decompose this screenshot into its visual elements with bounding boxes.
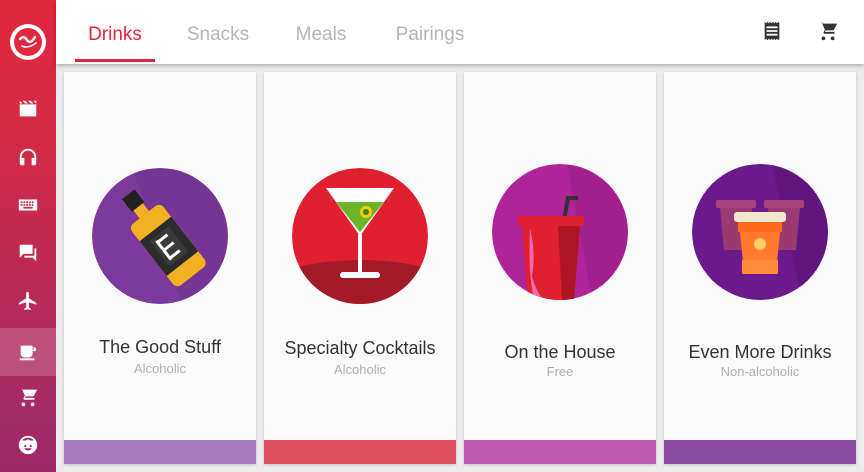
sidebar-item-flight[interactable] (0, 277, 56, 325)
airplane-icon (18, 291, 37, 311)
sidebar-item-movies[interactable] (0, 85, 56, 133)
keyboard-icon (18, 199, 38, 211)
face-icon (18, 435, 38, 455)
card-subtitle: Free (546, 364, 574, 379)
sidebar (0, 0, 56, 472)
tab-pairings[interactable]: Pairings (388, 0, 472, 64)
tab-drinks[interactable]: Drinks (75, 0, 155, 64)
headphones-icon (19, 148, 37, 166)
sidebar-item-cart[interactable] (0, 373, 56, 421)
virgin-logo[interactable] (10, 24, 46, 60)
card-color-bar (264, 440, 456, 464)
chat-icon (19, 244, 37, 262)
coffee-icon (19, 345, 37, 361)
card-color-bar (464, 440, 656, 464)
virgin-logo-icon (14, 28, 42, 56)
active-tab-indicator (75, 59, 155, 62)
drink-category-card-specialty-cocktails[interactable]: Specialty Cocktails Alcoholic (264, 72, 456, 464)
sidebar-item-food-drink[interactable] (0, 328, 56, 376)
sidebar-item-music[interactable] (0, 133, 56, 181)
top-bar: Drinks Snacks Meals Pairings (56, 0, 864, 64)
movies-icon (19, 100, 37, 117)
soda-cup-icon (492, 164, 628, 300)
card-color-bar (664, 440, 856, 464)
sidebar-item-chat[interactable] (0, 229, 56, 277)
card-title: Specialty Cocktails (284, 338, 436, 358)
card-color-bar (64, 440, 256, 464)
martini-icon (292, 168, 428, 304)
tab-meals[interactable]: Meals (286, 0, 356, 64)
card-subtitle: Non-alcoholic (720, 364, 800, 379)
drink-category-card-good-stuff[interactable]: The Good Stuff Alcoholic (64, 72, 256, 464)
card-title: On the House (504, 342, 616, 362)
drink-category-card-even-more-drinks[interactable]: Even More Drinks Non-alcoholic (664, 72, 856, 464)
coffee-cups-icon (692, 164, 828, 300)
card-title: Even More Drinks (688, 342, 832, 362)
sidebar-item-profile[interactable] (0, 421, 56, 469)
card-subtitle: Alcoholic (133, 361, 187, 376)
shopping-cart-icon (18, 387, 38, 407)
shopping-cart-icon[interactable] (817, 20, 839, 42)
tab-snacks[interactable]: Snacks (177, 0, 259, 64)
card-title: The Good Stuff (99, 337, 221, 357)
sidebar-item-keyboard[interactable] (0, 181, 56, 229)
whiskey-bottle-icon (92, 168, 228, 304)
card-subtitle: Alcoholic (333, 362, 387, 377)
receipt-icon[interactable] (761, 20, 783, 42)
drink-category-card-on-the-house[interactable]: On the House Free (464, 72, 656, 464)
